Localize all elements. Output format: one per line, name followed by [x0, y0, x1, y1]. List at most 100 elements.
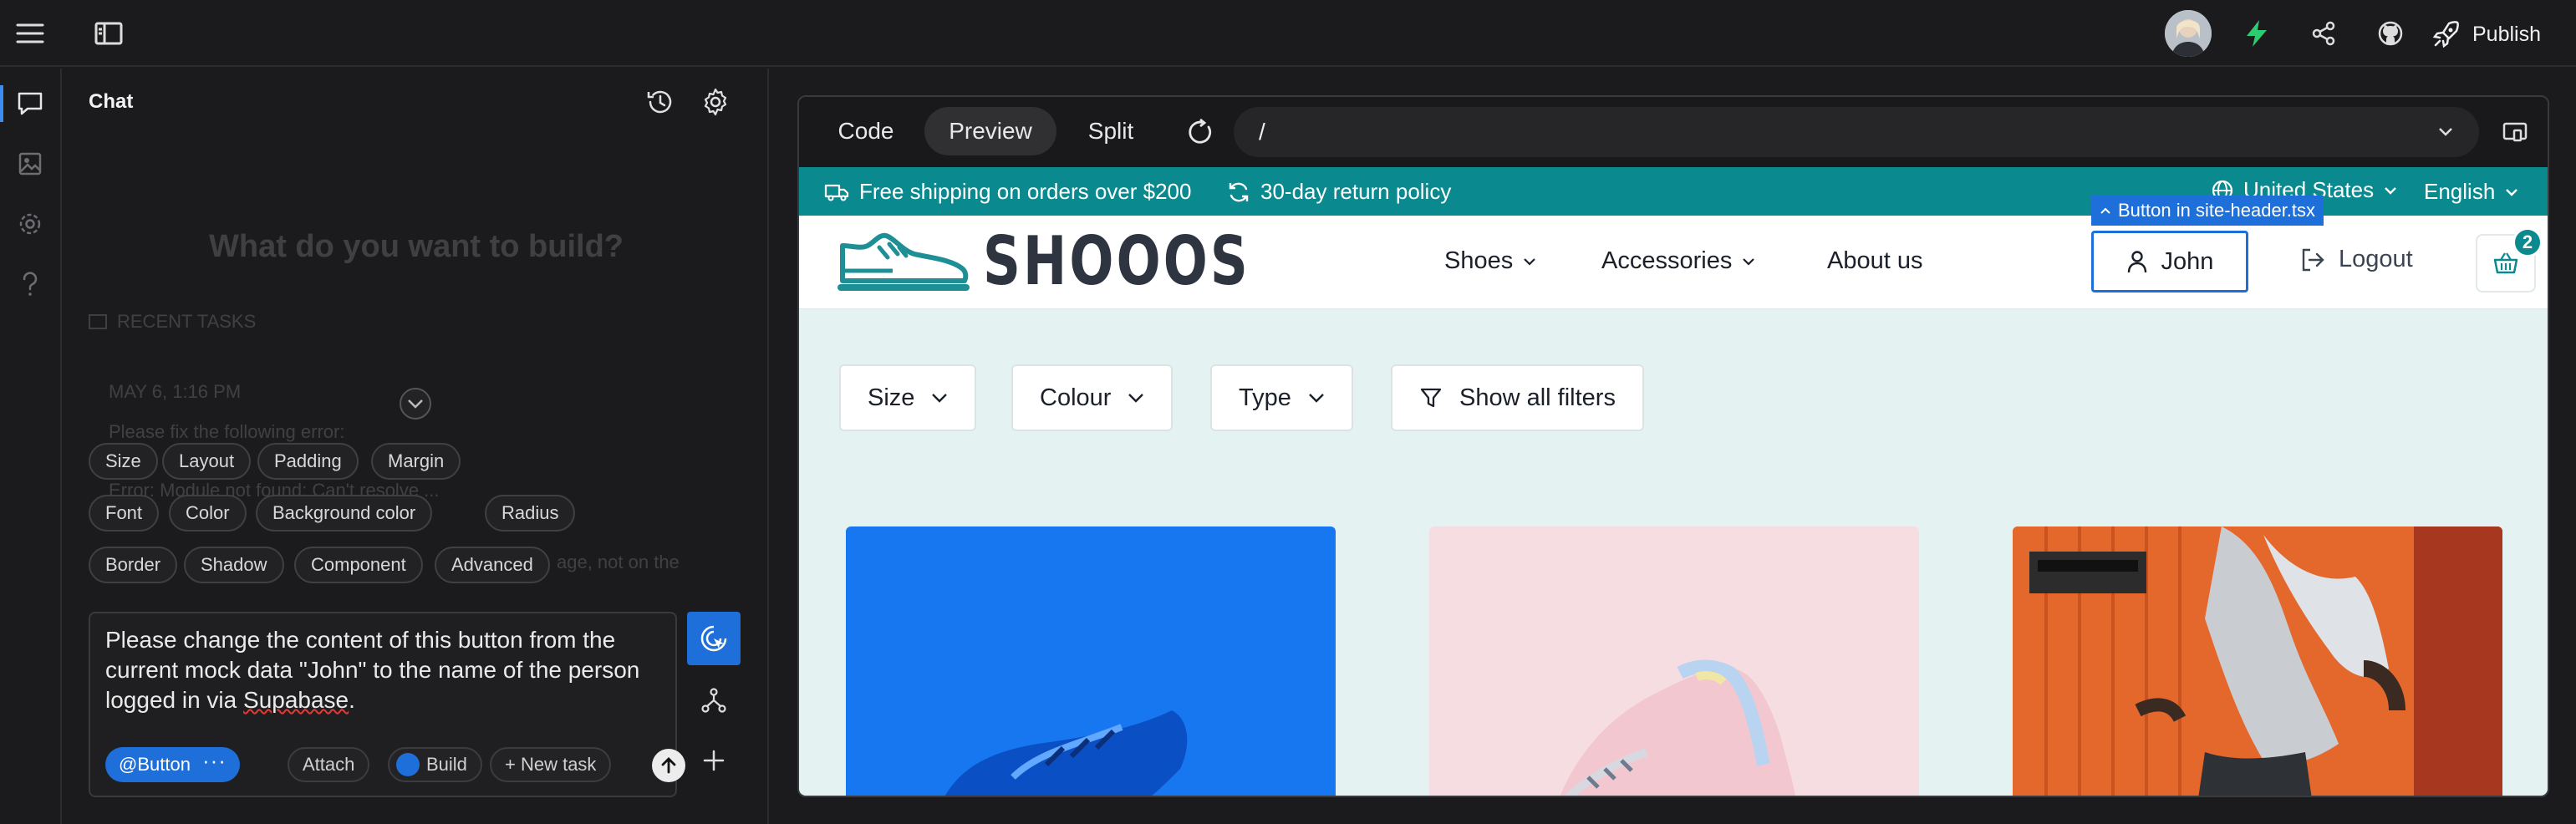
component-hover-label: Button in site-header.tsx	[2091, 196, 2324, 226]
cart-button[interactable]: 2	[2476, 227, 2543, 292]
chat-icon[interactable]	[15, 89, 45, 119]
truck-icon	[824, 184, 849, 201]
product-image[interactable]	[2013, 526, 2502, 796]
chip-padding[interactable]: Padding	[257, 443, 359, 480]
chip-size[interactable]: Size	[89, 443, 158, 480]
arrow-up-icon	[661, 757, 676, 774]
gear-icon[interactable]	[699, 85, 732, 119]
history-icon[interactable]	[644, 85, 677, 119]
recent-task-line: age, not on the	[557, 552, 680, 572]
attach-button[interactable]: Attach	[288, 747, 370, 782]
nav-accessories[interactable]: Accessories	[1601, 247, 1755, 275]
top-bar: Publish	[0, 0, 2576, 67]
chip-color[interactable]: Color	[169, 495, 247, 532]
nav-about-us[interactable]: About us	[1827, 247, 1922, 275]
chat-title: Chat	[89, 90, 134, 113]
shoe-logo-icon[interactable]	[837, 231, 970, 298]
user-icon	[2127, 251, 2146, 273]
sidebar-toggle-icon[interactable]	[94, 20, 124, 47]
lightning-icon[interactable]	[2242, 18, 2272, 48]
recent-tasks-icon	[89, 314, 107, 329]
chip-advanced[interactable]: Advanced	[435, 547, 550, 583]
person-in-sneakers-image	[2013, 526, 2502, 796]
chip-background-color[interactable]: Background color	[256, 495, 433, 532]
user-button[interactable]: John	[2091, 231, 2248, 292]
pink-sneaker-image	[1560, 659, 1796, 796]
filter-label: Colour	[1040, 384, 1112, 411]
scroll-down-button[interactable]	[400, 388, 431, 420]
product-image[interactable]	[846, 526, 1336, 796]
chevron-down-icon	[1309, 394, 1324, 403]
chevron-down-icon	[1128, 394, 1144, 403]
avatar[interactable]	[2165, 10, 2212, 57]
chevron-down-icon[interactable]	[2437, 125, 2454, 139]
target-icon	[700, 625, 727, 652]
user-button-label: John	[2161, 247, 2214, 275]
github-icon[interactable]	[2375, 18, 2405, 48]
settings-icon[interactable]	[15, 209, 45, 239]
logout-label: Logout	[2339, 246, 2413, 272]
build-button[interactable]: Build	[388, 747, 482, 782]
plus-icon[interactable]	[697, 744, 731, 777]
language-label: English	[2424, 179, 2496, 204]
shipping-text: Free shipping on orders over $200	[859, 179, 1192, 204]
chevron-down-icon	[2385, 186, 2396, 195]
message-text: Please change the content of this button…	[105, 627, 647, 713]
share-icon[interactable]	[2309, 18, 2339, 48]
menu-icon[interactable]	[15, 20, 45, 47]
filter-colour[interactable]: Colour	[1011, 364, 1173, 431]
product-image[interactable]	[1429, 526, 1919, 796]
chevron-down-icon	[1743, 257, 1755, 266]
more-icon[interactable]: ···	[202, 750, 227, 773]
help-icon[interactable]	[15, 269, 45, 299]
logout-button[interactable]: Logout	[2300, 246, 2413, 273]
returns-notice: 30-day return policy	[1227, 179, 1451, 205]
chip-border[interactable]: Border	[89, 547, 178, 583]
filter-label: Show all filters	[1459, 384, 1616, 411]
refresh-icon	[1229, 182, 1249, 201]
site-logo[interactable]: SHOOOS	[983, 222, 1250, 300]
chip-margin[interactable]: Margin	[371, 443, 461, 480]
refresh-icon[interactable]	[1184, 115, 1217, 149]
branch-icon[interactable]	[697, 684, 731, 717]
nav-label: Accessories	[1601, 247, 1733, 274]
shipping-notice: Free shipping on orders over $200	[824, 179, 1191, 205]
site-preview: Free shipping on orders over $200 30-day…	[799, 167, 2548, 796]
new-task-button[interactable]: + New task	[490, 747, 612, 782]
filter-size[interactable]: Size	[839, 364, 977, 431]
chevron-down-icon	[1524, 257, 1536, 266]
nav-label: Shoes	[1444, 247, 1514, 274]
chevron-up-icon	[2100, 207, 2110, 214]
component-tag-label: @Button	[119, 754, 191, 775]
chip-font[interactable]: Font	[89, 495, 160, 532]
chip-component[interactable]: Component	[294, 547, 423, 583]
preview-toolbar: Code Preview Split /	[799, 97, 2548, 167]
tab-split[interactable]: Split	[1065, 107, 1157, 155]
image-icon[interactable]	[15, 149, 45, 179]
message-input[interactable]: Please change the content of this button…	[105, 625, 665, 715]
message-text-end: .	[349, 687, 355, 713]
filter-type[interactable]: Type	[1210, 364, 1353, 431]
language-selector[interactable]: English	[2424, 179, 2518, 205]
new-task-label: + New task	[505, 754, 597, 775]
element-picker-button[interactable]	[687, 612, 741, 665]
message-composer[interactable]: Please change the content of this button…	[89, 612, 685, 797]
preview-frame: Code Preview Split / Free shipping on or…	[797, 95, 2549, 797]
device-preview-icon[interactable]	[2501, 117, 2531, 147]
tab-preview[interactable]: Preview	[924, 107, 1056, 155]
recent-tasks-text: RECENT TASKS	[117, 311, 257, 332]
chip-radius[interactable]: Radius	[485, 495, 576, 532]
show-all-filters-button[interactable]: Show all filters	[1391, 364, 1644, 431]
publish-label: Publish	[2472, 22, 2541, 46]
chevron-down-icon	[932, 394, 948, 403]
tab-code[interactable]: Code	[816, 107, 916, 155]
chip-shadow[interactable]: Shadow	[184, 547, 284, 583]
misspelled-word: Supabase	[243, 687, 349, 713]
send-button[interactable]	[652, 749, 685, 782]
blue-sneaker-image	[944, 710, 1188, 796]
chip-layout[interactable]: Layout	[162, 443, 252, 480]
nav-shoes[interactable]: Shoes	[1444, 247, 1536, 275]
url-bar[interactable]: /	[1234, 107, 2479, 157]
component-tag[interactable]: @Button ···	[105, 747, 240, 782]
publish-button[interactable]: Publish	[2432, 17, 2541, 52]
